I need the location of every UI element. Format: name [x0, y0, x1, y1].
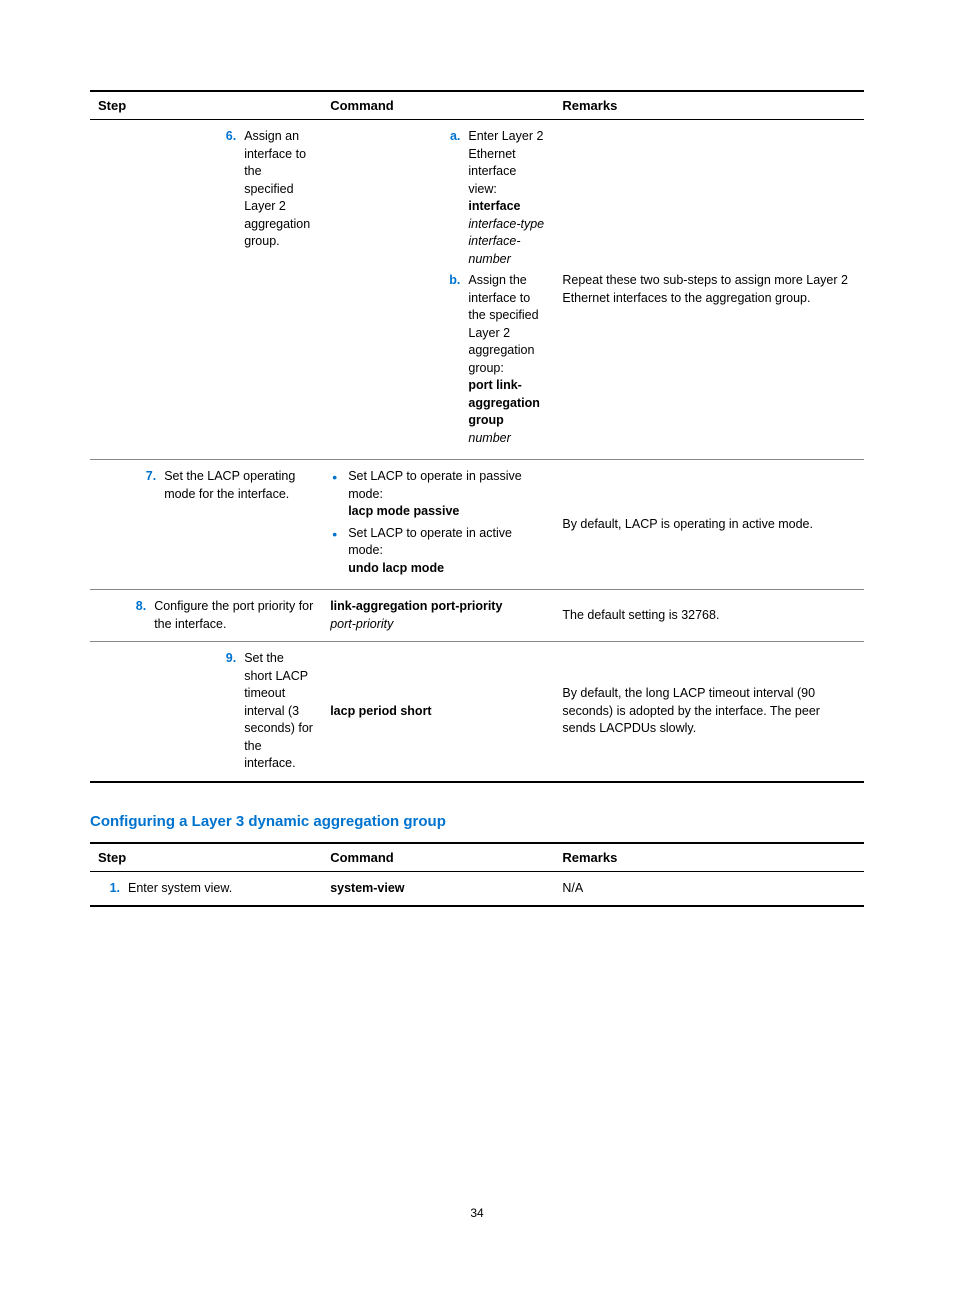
- step-cell: 9. Set the short LACP timeout interval (…: [90, 642, 322, 782]
- step-description: Configure the port priority for the inte…: [154, 598, 314, 633]
- substep-content: Assign the interface to the specified La…: [468, 272, 546, 447]
- command-keyword: port link-aggregation group: [468, 378, 540, 427]
- col-header-remarks: Remarks: [554, 843, 864, 872]
- step-number: 6.: [226, 128, 244, 251]
- step-number: 1.: [98, 880, 128, 898]
- col-header-step: Step: [90, 843, 322, 872]
- step-description: Enter system view.: [128, 880, 314, 898]
- command-keyword: system-view: [330, 881, 404, 895]
- table-row: 6. Assign an interface to the specified …: [90, 120, 864, 460]
- bullet-item: Set LACP to operate in active mode: undo…: [330, 525, 546, 578]
- page-number: 34: [0, 1206, 954, 1220]
- step-cell: 6. Assign an interface to the specified …: [90, 120, 322, 460]
- command-cell: Set LACP to operate in passive mode: lac…: [322, 460, 554, 590]
- col-header-command: Command: [322, 91, 554, 120]
- section-heading: Configuring a Layer 3 dynamic aggregatio…: [90, 813, 864, 830]
- remark-cell: Repeat these two sub-steps to assign mor…: [554, 120, 864, 460]
- step-description: Set the short LACP timeout interval (3 s…: [244, 650, 314, 773]
- command-keyword: interface: [468, 199, 520, 213]
- substep-content: Enter Layer 2 Ethernet interface view: i…: [468, 128, 546, 268]
- command-arg: interface-type interface-number: [468, 217, 544, 266]
- step-cell: 7. Set the LACP operating mode for the i…: [90, 460, 322, 590]
- command-arg: port-priority: [330, 617, 393, 631]
- step-cell: 8. Configure the port priority for the i…: [90, 590, 322, 642]
- step-number: 9.: [226, 650, 244, 773]
- page-content: Step Command Remarks 6. Assign an interf…: [0, 0, 954, 1250]
- command-keyword: undo lacp mode: [348, 561, 444, 575]
- col-header-step: Step: [90, 91, 322, 120]
- table-row: 1. Enter system view. system-view N/A: [90, 871, 864, 906]
- command-cell: link-aggregation port-priority port-prio…: [322, 590, 554, 642]
- step-number: 7.: [134, 468, 164, 503]
- table-row: 7. Set the LACP operating mode for the i…: [90, 460, 864, 590]
- table-header-row: Step Command Remarks: [90, 843, 864, 872]
- remark-cell: The default setting is 32768.: [554, 590, 864, 642]
- remark-cell: N/A: [554, 871, 864, 906]
- remark-cell: By default, LACP is operating in active …: [554, 460, 864, 590]
- step-description: Set the LACP operating mode for the inte…: [164, 468, 314, 503]
- command-keyword: link-aggregation port-priority: [330, 599, 502, 613]
- remark-cell: By default, the long LACP timeout interv…: [554, 642, 864, 782]
- config-table-1: Step Command Remarks 6. Assign an interf…: [90, 90, 864, 783]
- step-description: Assign an interface to the specified Lay…: [244, 128, 314, 251]
- col-header-remarks: Remarks: [554, 91, 864, 120]
- config-table-2: Step Command Remarks 1. Enter system vie…: [90, 842, 864, 908]
- substep-letter: a.: [436, 128, 468, 268]
- command-cell: a. Enter Layer 2 Ethernet interface view…: [322, 120, 554, 460]
- table-header-row: Step Command Remarks: [90, 91, 864, 120]
- command-keyword: lacp mode passive: [348, 504, 459, 518]
- command-cell: system-view: [322, 871, 554, 906]
- step-number: 8.: [124, 598, 154, 633]
- table-row: 8. Configure the port priority for the i…: [90, 590, 864, 642]
- step-cell: 1. Enter system view.: [90, 871, 322, 906]
- bullet-item: Set LACP to operate in passive mode: lac…: [330, 468, 546, 521]
- command-arg: number: [468, 431, 510, 445]
- command-cell: lacp period short: [322, 642, 554, 782]
- table-row: 9. Set the short LACP timeout interval (…: [90, 642, 864, 782]
- substep-letter: b.: [436, 272, 468, 447]
- command-keyword: lacp period short: [330, 704, 431, 718]
- col-header-command: Command: [322, 843, 554, 872]
